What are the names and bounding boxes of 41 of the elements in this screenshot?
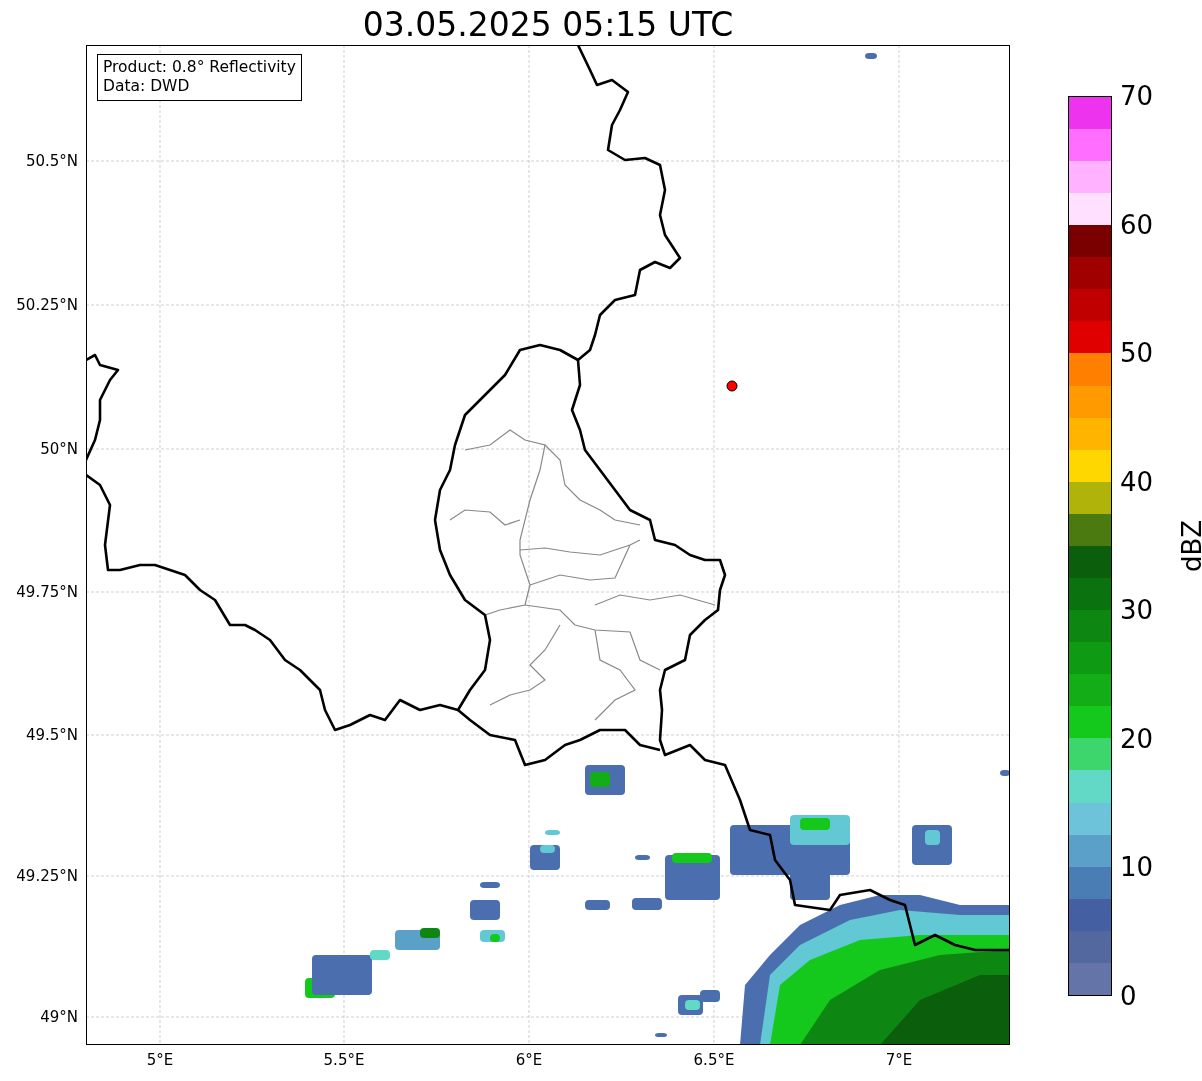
- tick-label: 70: [1120, 83, 1154, 109]
- chart-title: 03.05.2025 05:15 UTC: [362, 5, 734, 44]
- tick-label: 10: [1120, 854, 1154, 881]
- radar-site-marker: [726, 380, 738, 392]
- radar-echo: [635, 855, 650, 860]
- legend-text: Data: DWD: [103, 77, 191, 97]
- tick-label: 6.5°E: [693, 1051, 735, 1069]
- radar-echo: [545, 830, 560, 835]
- tick-label: 7°E: [885, 1051, 913, 1069]
- tick-label: 49.25°N: [16, 867, 78, 885]
- tick-label: 49.5°N: [25, 726, 78, 744]
- tick-label: 5.5°E: [323, 1051, 365, 1069]
- tick-label: 5°E: [146, 1051, 174, 1069]
- tick-label: 49°N: [40, 1008, 78, 1026]
- radar-echo: [530, 845, 560, 870]
- radar-echo: [470, 900, 500, 920]
- radar-echo: [655, 1033, 667, 1037]
- tick-label: 60: [1120, 211, 1154, 238]
- radar-echo: [585, 900, 610, 910]
- tick-label: 50°N: [40, 440, 78, 458]
- tick-label: 50: [1120, 340, 1154, 367]
- radar-echo: [480, 882, 500, 888]
- radar-echo: [1000, 770, 1009, 776]
- radar-echo: [480, 930, 505, 942]
- legend-text: Product: 0.8° Reflectivity: [103, 58, 296, 78]
- tick-label: 49.75°N: [16, 583, 78, 601]
- tick-label: 50.5°N: [25, 152, 78, 170]
- tick-label: 20: [1120, 725, 1154, 752]
- tick-label: 0: [1120, 983, 1137, 1009]
- tick-label: 30: [1120, 597, 1154, 624]
- radar-echo: [632, 898, 662, 910]
- tick-label: 6°E: [515, 1051, 543, 1069]
- radar-echo: [865, 53, 877, 59]
- radar-echo: [678, 990, 720, 1015]
- radar-echo: [585, 765, 625, 795]
- tick-label: 50.25°N: [16, 296, 78, 314]
- tick-label: 40: [1120, 468, 1154, 495]
- radar-echo: [912, 825, 952, 865]
- axis-label: dBZ: [1177, 519, 1202, 573]
- radar-echo: [665, 853, 720, 900]
- radar-echo: [395, 928, 440, 950]
